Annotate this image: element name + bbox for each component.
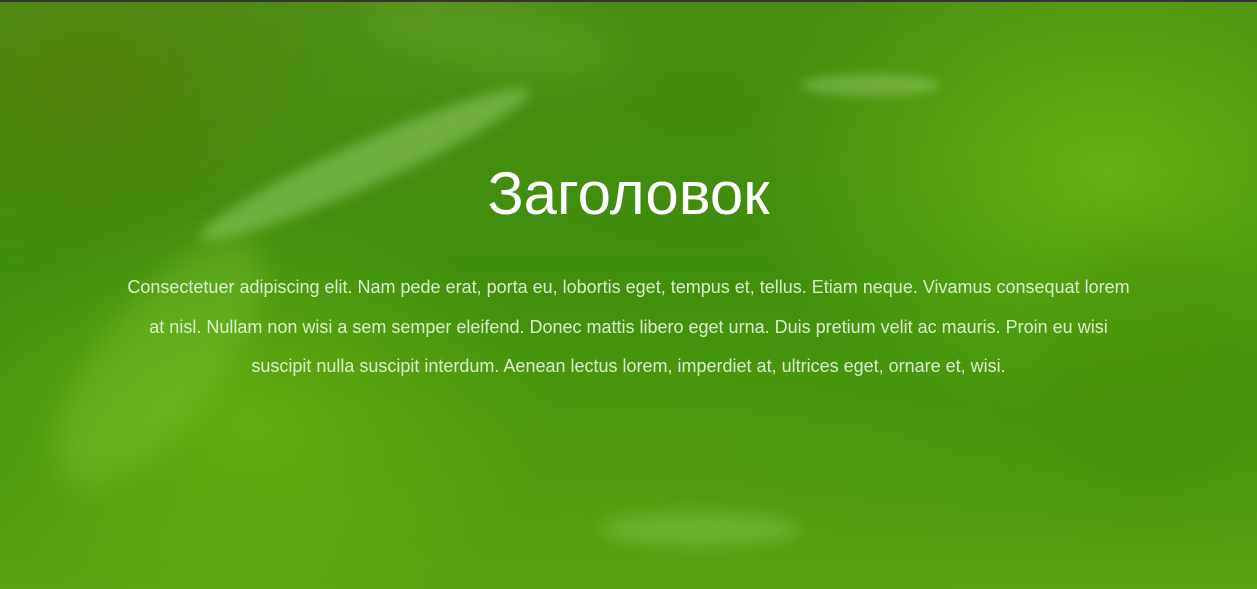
hero-title: Заголовок	[487, 160, 770, 227]
top-border	[0, 0, 1257, 2]
blurred-light-streak	[600, 512, 800, 546]
hero-description: Consectetuer adipiscing elit. Nam pede e…	[127, 277, 1130, 376]
page: Заголовок Consectetuer adipiscing elit. …	[0, 0, 1257, 589]
hero-section: Заголовок Consectetuer adipiscing elit. …	[0, 2, 1257, 387]
